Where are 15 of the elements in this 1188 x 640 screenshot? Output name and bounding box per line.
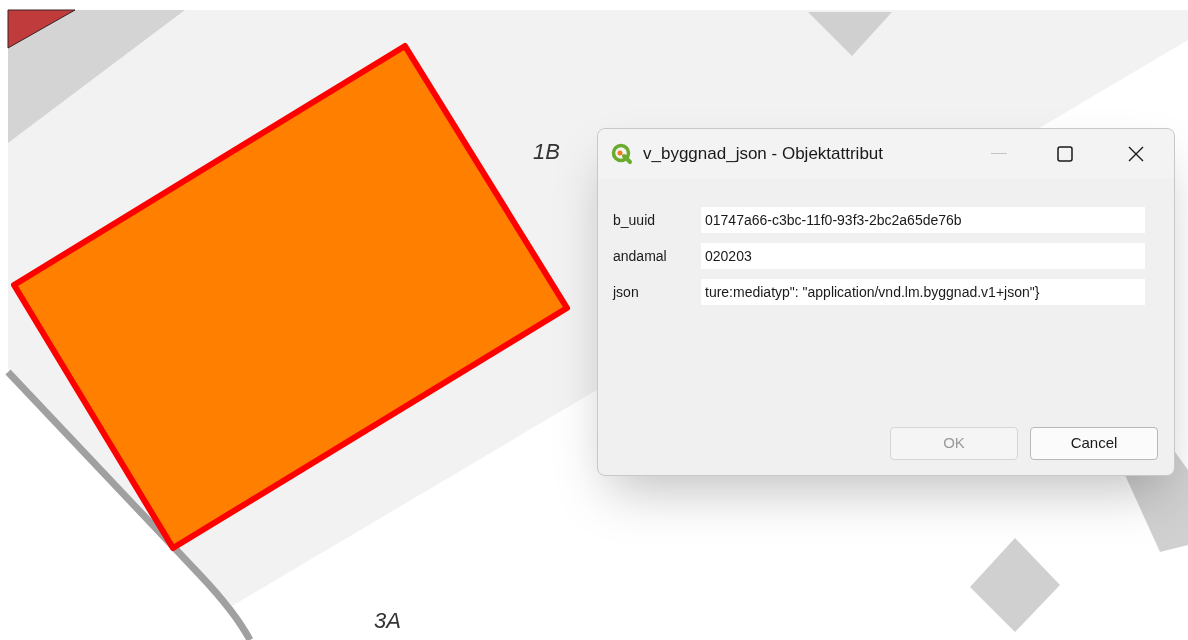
dialog-button[interactable]: Cancel (1030, 427, 1158, 460)
field-label: andamal (613, 246, 668, 266)
app-logo-icon (611, 143, 633, 165)
close-icon[interactable] (1128, 146, 1144, 162)
map-label: 3A (374, 607, 401, 635)
map-building-polygon (7, 9, 76, 49)
selected-building-polygon[interactable] (11, 43, 570, 551)
input-field[interactable]: 020203 (701, 243, 1145, 269)
input-field[interactable]: 01747a66-c3bc-11f0-93f3-2bc2a65de76b (701, 207, 1145, 233)
maximize-icon[interactable] (1057, 146, 1073, 162)
map-label: 1B (533, 138, 560, 166)
field-label: json (613, 282, 640, 302)
field-label: b_uuid (613, 210, 657, 230)
input-field[interactable]: ture:mediatyp": "application/vnd.lm.byggnad.v1+json"} (701, 279, 1145, 305)
window-title: v_byggnad_json - Objektattribut (643, 143, 884, 166)
